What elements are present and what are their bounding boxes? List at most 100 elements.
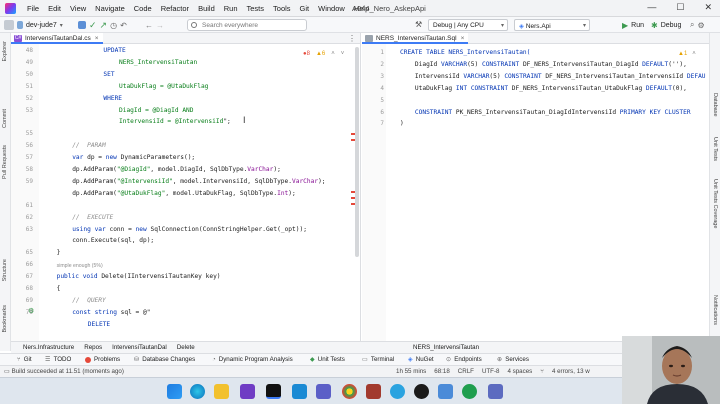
back-arrow-icon[interactable]: ← xyxy=(145,21,153,30)
file-encoding[interactable]: UTF-8 xyxy=(482,368,500,375)
edge-icon[interactable] xyxy=(190,384,205,399)
line-number: 48 xyxy=(25,47,33,54)
run-target-select[interactable]: ◈ Ners.Api ▾ xyxy=(514,19,590,31)
push-arrow-icon[interactable]: ↗ xyxy=(100,20,108,31)
title-bar: File Edit View Navigate Code Refactor Bu… xyxy=(0,0,720,17)
left-editor-pane: C# IntervensiTautanDal.cs × ⋮ ●8 ▲6 ˄ ˅ 4… xyxy=(11,33,361,341)
tool-endpoints[interactable]: ⊙ Endpoints xyxy=(446,356,482,363)
status-time[interactable]: 1h 55 mins xyxy=(396,368,426,375)
menu-file[interactable]: File xyxy=(27,4,39,13)
maximize-button[interactable]: ☐ xyxy=(676,2,684,13)
git-branch-icon[interactable]: ⑂ xyxy=(540,368,544,375)
code-vision-hint[interactable]: simple enough (5%) xyxy=(57,263,103,269)
text-cursor-icon: I xyxy=(243,115,246,125)
code-line: IntervensiId = @IntervensiId"; xyxy=(119,118,231,126)
tool-database[interactable]: Database xyxy=(712,93,718,117)
menu-edit[interactable]: Edit xyxy=(48,4,61,13)
teams-icon[interactable] xyxy=(316,384,331,399)
windows-start-icon[interactable] xyxy=(167,384,182,399)
tool-pull-requests[interactable]: Pull Requests xyxy=(2,145,8,179)
git-branch-button[interactable]: dev-jude7 ▾ xyxy=(4,19,63,31)
code-line: { xyxy=(56,285,61,292)
tool-commit[interactable]: Commit xyxy=(2,109,8,128)
history-icon[interactable]: ◷ xyxy=(110,21,117,30)
breadcrumb-bar: Ners.Infrastructure Repos IntervensiTaut… xyxy=(11,341,709,353)
menu-git[interactable]: Git xyxy=(300,4,310,13)
code-line: public void Delete(IIntervensiTautanKey … xyxy=(56,273,221,281)
debug-label: Debug xyxy=(660,21,682,29)
tool-unit-tests-coverage[interactable]: Unit Tests Coverage xyxy=(712,179,718,228)
tool-dynamic-program-analysis[interactable]: ◔ Dynamic Program Analysis xyxy=(212,356,293,363)
chrome-icon[interactable] xyxy=(342,384,357,399)
vertical-scrollbar[interactable] xyxy=(355,47,359,257)
tool-git[interactable]: ⑂ Git xyxy=(17,356,32,363)
caret-position[interactable]: 68:18 xyxy=(434,368,449,375)
tool-unit-tests[interactable]: ◆ Unit Tests xyxy=(310,356,345,363)
code-area[interactable]: CREATE TABLE NERS_IntervensiTautan( Diag… xyxy=(400,44,706,341)
telegram-icon[interactable] xyxy=(390,384,405,399)
obs-icon[interactable] xyxy=(414,384,429,399)
rider-taskbar-icon[interactable] xyxy=(266,384,281,399)
file-explorer-icon[interactable] xyxy=(214,384,229,399)
more-tabs-icon[interactable]: ⋮ xyxy=(348,34,356,43)
menu-refactor[interactable]: Refactor xyxy=(161,4,189,13)
app-icon[interactable] xyxy=(438,384,453,399)
app-icon[interactable] xyxy=(488,384,503,399)
forward-arrow-icon[interactable]: → xyxy=(156,21,164,30)
tool-unit-tests[interactable]: Unit Tests xyxy=(712,137,718,161)
menu-view[interactable]: View xyxy=(70,4,86,13)
tool-structure[interactable]: Structure xyxy=(2,259,8,281)
line-separator[interactable]: CRLF xyxy=(458,368,474,375)
tool-database-changes[interactable]: ⛁ Database Changes xyxy=(134,356,195,363)
menu-window[interactable]: Window xyxy=(318,4,345,13)
close-button[interactable]: ✕ xyxy=(704,2,712,13)
tool-services[interactable]: ⊕ Services xyxy=(497,356,529,363)
rollback-icon[interactable]: ↶ xyxy=(120,21,127,30)
configuration-select[interactable]: Debug | Any CPU ▾ xyxy=(428,19,508,31)
branch-label: dev-jude7 xyxy=(26,21,57,29)
indent-setting[interactable]: 4 spaces xyxy=(507,368,532,375)
tool-notifications[interactable]: Notifications xyxy=(712,295,718,325)
status-message[interactable]: ▭ Build succeeded at 11.51 (moments ago) xyxy=(4,368,124,375)
commit-check-icon[interactable]: ✓ xyxy=(89,20,97,31)
menu-navigate[interactable]: Navigate xyxy=(95,4,125,13)
breadcrumb-folder[interactable]: Repos xyxy=(84,344,102,351)
breadcrumb-project[interactable]: Ners.Infrastructure xyxy=(23,344,74,351)
tool-problems[interactable]: Problems xyxy=(85,356,120,363)
build-hammer-icon[interactable]: ⚒ xyxy=(415,20,422,29)
menu-tools[interactable]: Tools xyxy=(273,4,291,13)
run-button[interactable]: ▶ Run xyxy=(622,19,644,31)
vscode-icon[interactable] xyxy=(292,384,307,399)
search-icon[interactable]: ⌕ xyxy=(690,20,694,30)
minimize-button[interactable]: — xyxy=(647,2,656,13)
line-number: 1 xyxy=(380,49,384,56)
tab-intervensitautandal[interactable]: C# IntervensiTautanDal.cs × xyxy=(11,33,103,44)
gear-icon[interactable]: ⚙ xyxy=(697,21,704,30)
close-tab-icon[interactable]: × xyxy=(461,35,465,42)
menu-code[interactable]: Code xyxy=(134,4,152,13)
tool-explorer[interactable]: Explorer xyxy=(2,41,8,61)
run-target-value: Ners.Api xyxy=(525,23,551,30)
error-summary[interactable]: 4 errors, 13 w xyxy=(552,368,590,375)
menu-tests[interactable]: Tests xyxy=(247,4,265,13)
menu-run[interactable]: Run xyxy=(224,4,238,13)
tab-ners-intervensitautan-sql[interactable]: NERS_IntervensiTautan.Sql × xyxy=(362,33,469,44)
menu-build[interactable]: Build xyxy=(198,4,215,13)
close-tab-icon[interactable]: × xyxy=(95,35,99,42)
visual-studio-icon[interactable] xyxy=(240,384,255,399)
tool-bookmarks[interactable]: Bookmarks xyxy=(2,305,8,333)
tool-nuget[interactable]: ◈ NuGet xyxy=(408,356,434,363)
configuration-value: Debug | Any CPU xyxy=(433,22,484,29)
breadcrumb-method[interactable]: Delete xyxy=(177,344,195,351)
whatsapp-icon[interactable] xyxy=(462,384,477,399)
tool-terminal[interactable]: ▭ Terminal xyxy=(362,356,394,363)
app-icon[interactable] xyxy=(366,384,381,399)
breadcrumb-right[interactable]: NERS_IntervensiTautan xyxy=(413,344,479,351)
code-area[interactable]: UPDATE NERS_IntervensiTautan SET UtaDukFlag… xyxy=(41,44,357,341)
run-gutter-icon[interactable]: ⚙ xyxy=(28,307,34,315)
debug-button[interactable]: ✱ Debug xyxy=(651,19,681,31)
tool-todo[interactable]: ☰ TODO xyxy=(45,356,71,363)
breadcrumb-class[interactable]: IntervensiTautanDal xyxy=(112,344,167,351)
update-icon[interactable] xyxy=(78,21,86,29)
search-input[interactable]: Search everywhere xyxy=(187,19,307,31)
